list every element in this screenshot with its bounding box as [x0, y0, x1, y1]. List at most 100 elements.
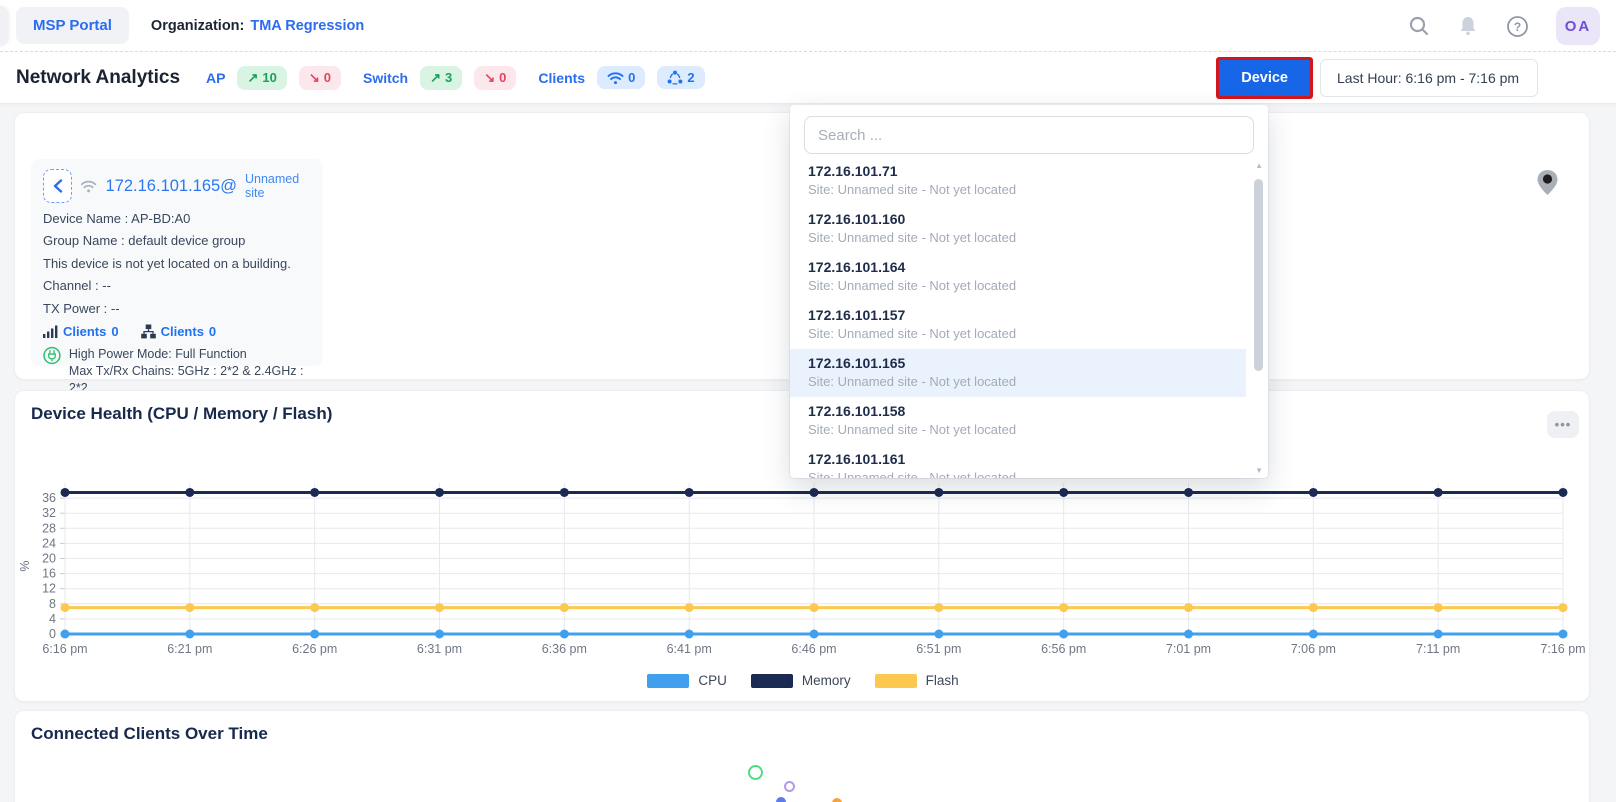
device-option[interactable]: 172.16.101.160Site: Unnamed site - Not y…: [790, 205, 1246, 253]
chevron-left-icon: [53, 179, 63, 193]
wireless-clients-count: 0: [628, 70, 635, 85]
device-option[interactable]: 172.16.101.71Site: Unnamed site - Not ye…: [790, 157, 1246, 205]
y-tick-label: 36: [42, 491, 56, 505]
device-option[interactable]: 172.16.101.158Site: Unnamed site - Not y…: [790, 397, 1246, 445]
loading-spinner-dot-purple: [784, 781, 795, 792]
wired-clients-label: Clients: [161, 324, 204, 339]
data-point-flash: [185, 603, 194, 612]
device-option-site: Site: Unnamed site - Not yet located: [808, 374, 1246, 389]
top-bar: MSP Portal Organization: TMA Regression ?…: [0, 0, 1616, 52]
y-tick-label: 28: [42, 521, 56, 535]
ap-down-badge[interactable]: ↘︎ 0: [299, 66, 341, 90]
arrow-down-icon: ↘︎: [484, 70, 495, 86]
x-tick-label: 6:46 pm: [791, 642, 836, 656]
dropdown-scrollbar-thumb[interactable]: [1254, 179, 1263, 371]
switch-stat-label[interactable]: Switch: [363, 70, 408, 86]
notifications-bell-icon[interactable]: [1457, 15, 1479, 37]
organization-name-link[interactable]: TMA Regression: [250, 18, 364, 34]
ap-stat-label[interactable]: AP: [206, 70, 225, 86]
switch-up-badge[interactable]: ↗︎ 3: [420, 66, 462, 90]
data-point-flash: [1434, 603, 1443, 612]
wifi-icon: [80, 178, 97, 195]
switch-down-badge[interactable]: ↘︎0: [474, 66, 516, 90]
arrow-up-icon: ↗︎: [247, 70, 258, 86]
device-option-ip: 172.16.101.161: [808, 451, 1246, 467]
x-tick-label: 7:06 pm: [1291, 642, 1336, 656]
user-avatar[interactable]: OA: [1556, 7, 1600, 45]
wireless-clients-badge[interactable]: 0: [597, 66, 645, 89]
y-tick-label: 4: [49, 612, 56, 626]
dropdown-scrollbar-track[interactable]: [1254, 173, 1263, 467]
data-point-flash: [560, 603, 569, 612]
device-health-chart[interactable]: 048121620242832366:16 pm6:21 pm6:26 pm6:…: [15, 449, 1591, 663]
time-range-picker[interactable]: Last Hour: 6:16 pm - 7:16 pm: [1320, 59, 1538, 97]
organization-label: Organization: TMA Regression: [151, 18, 364, 34]
help-icon[interactable]: ?: [1506, 15, 1529, 38]
y-tick-label: 16: [42, 567, 56, 581]
legend-item-memory[interactable]: Memory: [751, 673, 851, 688]
data-point-memory: [185, 488, 194, 497]
device-card-header: 172.16.101.165@ Unnamed site: [43, 169, 311, 203]
legend-item-flash[interactable]: Flash: [875, 673, 959, 688]
data-point-flash: [934, 603, 943, 612]
y-tick-label: 12: [42, 582, 56, 596]
legend-item-cpu[interactable]: CPU: [647, 673, 727, 688]
device-search-input[interactable]: [804, 116, 1254, 154]
map-pin-icon[interactable]: [1536, 169, 1559, 201]
drawer-handle[interactable]: [0, 6, 8, 46]
data-point-memory: [1059, 488, 1068, 497]
legend-label: CPU: [698, 673, 727, 688]
wired-clients-badge[interactable]: 2: [657, 66, 704, 89]
device-option-ip: 172.16.101.158: [808, 403, 1246, 419]
data-point-flash: [810, 603, 819, 612]
back-button[interactable]: [43, 169, 72, 203]
y-tick-label: 32: [42, 506, 56, 520]
x-tick-label: 7:11 pm: [1416, 642, 1460, 656]
ap-up-badge[interactable]: ↗︎ 10: [237, 66, 286, 90]
device-selector-button[interactable]: Device: [1219, 60, 1310, 96]
clients-stat-label[interactable]: Clients: [538, 70, 585, 86]
device-ip-link[interactable]: 172.16.101.165@: [106, 177, 237, 196]
data-point-memory: [685, 488, 694, 497]
device-option-ip: 172.16.101.71: [808, 163, 1246, 179]
device-dropdown: 172.16.101.71 Site: Unnamed site - Not ye…: [790, 105, 1268, 478]
legend-swatch-memory: [751, 674, 793, 688]
data-point-cpu: [1059, 630, 1068, 639]
msp-portal-button[interactable]: MSP Portal: [16, 7, 129, 44]
device-health-chart-area: 048121620242832366:16 pm6:21 pm6:26 pm6:…: [15, 449, 1591, 663]
device-option[interactable]: 172.16.101.165Site: Unnamed site - Not y…: [790, 349, 1246, 397]
device-option-ip: 172.16.101.164: [808, 259, 1246, 275]
device-option[interactable]: 172.16.101.157Site: Unnamed site - Not y…: [790, 301, 1246, 349]
clients-counters-row: Clients 0 Clients 0: [43, 324, 311, 339]
device-option-site: Site: Unnamed site - Not yet located: [808, 230, 1246, 245]
wireless-clients-link[interactable]: Clients 0: [43, 324, 119, 339]
panel-menu-icon[interactable]: •••: [1547, 411, 1579, 438]
switch-up-count: 3: [445, 70, 452, 85]
analytics-toolbar: Network Analytics AP ↗︎10 ↘︎0 Switch ↗︎3…: [0, 52, 1616, 104]
device-option[interactable]: 172.16.101.164Site: Unnamed site - Not y…: [790, 253, 1246, 301]
group-name-text: Group Name : default device group: [43, 233, 311, 248]
wireless-clients-label: Clients: [63, 324, 106, 339]
ap-up-count: 10: [262, 70, 276, 85]
search-icon[interactable]: [1408, 15, 1430, 37]
data-point-flash: [1184, 603, 1193, 612]
device-option[interactable]: 172.16.101.161Site: Unnamed site - Not y…: [790, 445, 1246, 478]
y-tick-label: 20: [42, 552, 56, 566]
organization-label-text: Organization:: [151, 18, 244, 34]
data-point-cpu: [560, 630, 569, 639]
scroll-down-arrow-icon[interactable]: ▼: [1255, 466, 1263, 475]
wired-clients-count: 0: [209, 324, 216, 339]
y-axis-label: %: [18, 560, 32, 571]
ap-down-count: 0: [324, 70, 331, 85]
y-tick-label: 0: [49, 627, 56, 641]
data-point-flash: [1309, 603, 1318, 612]
device-site-link[interactable]: Unnamed site: [245, 172, 311, 200]
arrow-up-icon: ↗︎: [430, 70, 441, 86]
data-point-flash: [310, 603, 319, 612]
data-point-memory: [1434, 488, 1443, 497]
location-note-text: This device is not yet located on a buil…: [43, 256, 311, 271]
data-point-flash: [1059, 603, 1068, 612]
arrow-down-icon: ↘︎: [309, 70, 320, 86]
wired-clients-link[interactable]: Clients 0: [141, 324, 217, 339]
scroll-up-arrow-icon[interactable]: ▲: [1255, 161, 1263, 170]
